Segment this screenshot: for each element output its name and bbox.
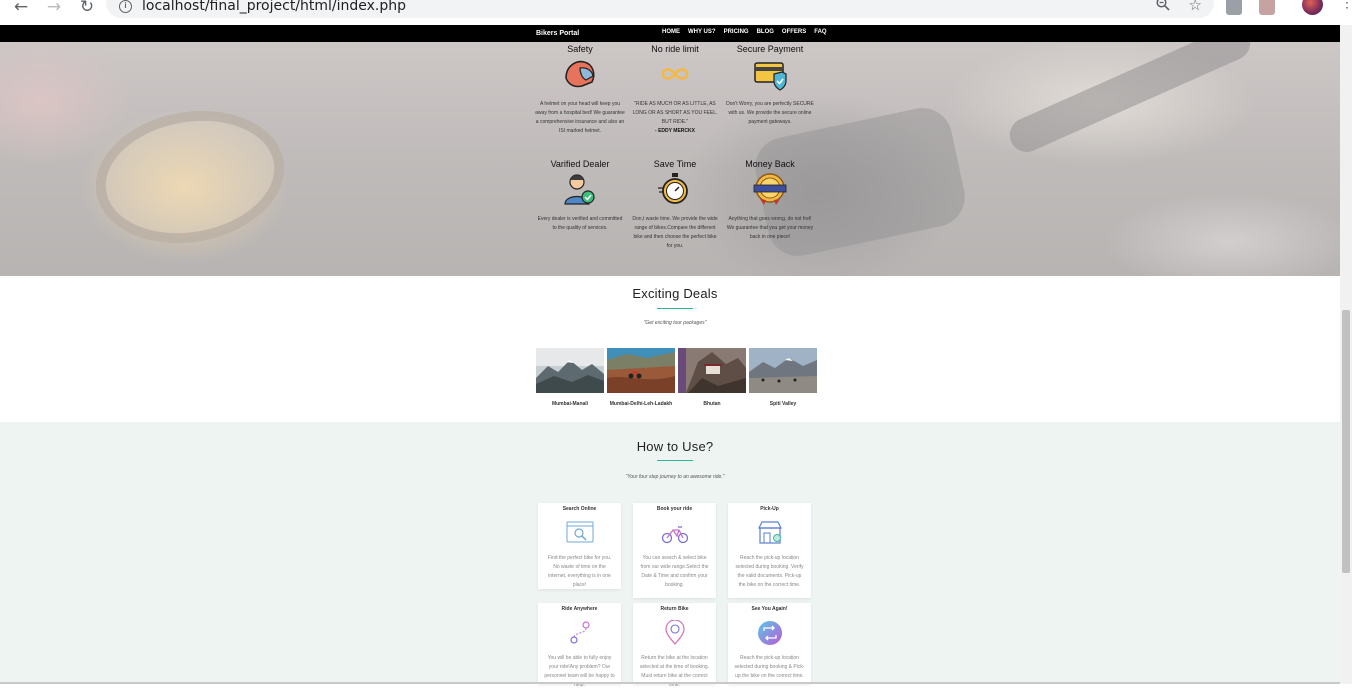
info-icon[interactable]: i bbox=[119, 0, 132, 13]
feature-title: Safety bbox=[567, 44, 593, 54]
feature-safety: Safety A helmet on your head will keep y… bbox=[535, 44, 625, 136]
pdf-extension-icon[interactable] bbox=[1259, 0, 1275, 15]
feature-secure-payment: Secure Payment Don't Worry, you are perf… bbox=[725, 44, 815, 127]
nav-menu: HOME WHY US? PRICING BLOG OFFERS FAQ bbox=[662, 29, 827, 35]
step-title: See You Again! bbox=[751, 606, 788, 612]
deal-card-mumbai-delhi-leh-ladakh[interactable]: Mumbai-Delhi-Leh-Ladakh bbox=[607, 348, 675, 408]
address-bar[interactable]: i localhost/final_project/html/index.php… bbox=[106, 0, 1214, 18]
brand-logo-text[interactable]: Bikers Portal bbox=[536, 30, 579, 37]
feature-description: Every dealer is verified and committed t… bbox=[537, 216, 623, 231]
step-title: Ride Anywhere bbox=[561, 606, 598, 612]
deals-subtitle: "Get exciting tour packages" bbox=[643, 320, 707, 326]
money-back-badge-icon bbox=[753, 173, 787, 205]
step-card-book-your-ride: Book your ride You can search & select b… bbox=[633, 503, 716, 598]
step-description: You will be able to fully enjoy your rid… bbox=[544, 655, 615, 688]
feature-title: No ride limit bbox=[651, 44, 699, 54]
zoom-out-icon[interactable] bbox=[1156, 0, 1170, 14]
stopwatch-icon bbox=[658, 173, 688, 204]
back-icon[interactable]: ← bbox=[11, 0, 31, 16]
deal-label[interactable]: Spiti Valley bbox=[749, 401, 817, 408]
step-card-see-you-again: See You Again! Reach the pick-up locatio… bbox=[728, 603, 811, 684]
feature-title: Money Back bbox=[745, 159, 795, 169]
feature-no-ride-limit: No ride limit "RIDE AS MUCH OR AS LITTLE… bbox=[630, 44, 720, 136]
page-scrollbar[interactable] bbox=[1340, 25, 1352, 684]
shield-extension-icon[interactable] bbox=[1226, 0, 1242, 15]
feature-quote-author: - EDDY MERCKX bbox=[655, 128, 695, 134]
infinity-icon bbox=[661, 68, 689, 80]
route-icon bbox=[569, 621, 590, 644]
nav-item-blog[interactable]: BLOG bbox=[757, 29, 774, 35]
deal-card-spiti-valley[interactable]: Spiti Valley bbox=[749, 348, 817, 408]
step-card-ride-anywhere: Ride Anywhere You will be able to fully … bbox=[538, 603, 621, 688]
avatar[interactable] bbox=[1302, 0, 1323, 15]
step-card-pick-up: Pick-Up Reach the pick-up location selec… bbox=[728, 503, 811, 598]
howto-title: How to Use? bbox=[636, 439, 714, 454]
feature-money-back: Money Back Anything that goes wrong, do … bbox=[725, 159, 815, 242]
deals-title-underline bbox=[657, 308, 693, 309]
scrollbar-thumb[interactable] bbox=[1342, 310, 1350, 573]
step-description: You can search & select bike from our wi… bbox=[640, 555, 709, 588]
kebab-menu-icon[interactable]: ⋮ bbox=[1340, 0, 1352, 9]
url-text[interactable]: localhost/final_project/html/index.php bbox=[142, 0, 406, 14]
browser-toolbar: ← → ↻ i localhost/final_project/html/ind… bbox=[0, 0, 1352, 24]
deals-section: Exciting Deals "Get exciting tour packag… bbox=[0, 276, 1340, 422]
deals-title: Exciting Deals bbox=[632, 286, 718, 301]
nav-item-why-us[interactable]: WHY US? bbox=[688, 29, 716, 35]
nav-item-home[interactable]: HOME bbox=[662, 29, 680, 35]
step-description: Find the perfect bike for you. No waste … bbox=[547, 555, 612, 588]
deal-label[interactable]: Bhutan bbox=[678, 401, 746, 408]
deal-card-bhutan[interactable]: Bhutan bbox=[678, 348, 746, 408]
step-title: Search Online bbox=[562, 506, 597, 512]
feature-quote: "RIDE AS MUCH OR AS LITTLE, AS LONG OR A… bbox=[632, 101, 718, 125]
reload-icon[interactable]: ↻ bbox=[77, 0, 97, 16]
feature-verified-dealer: Varified Dealer Every dealer is verified… bbox=[535, 159, 625, 233]
feature-title: Varified Dealer bbox=[550, 159, 610, 169]
why-us-hero: Safety A helmet on your head will keep y… bbox=[0, 42, 1340, 276]
forward-icon[interactable]: → bbox=[44, 0, 64, 16]
feature-description: Anything that goes wrong, do not fret! W… bbox=[726, 216, 814, 240]
deal-label[interactable]: Mumbai-Manali bbox=[536, 401, 604, 408]
deal-image-mumbai-delhi-leh-ladakh[interactable] bbox=[607, 348, 675, 393]
howto-title-underline bbox=[657, 460, 693, 461]
helmet-icon bbox=[565, 60, 595, 88]
step-title: Return Bike bbox=[660, 606, 689, 612]
how-to-use-section: How to Use? "Your four step journey to a… bbox=[0, 422, 1340, 688]
step-title: Book your ride bbox=[656, 506, 693, 512]
deal-image-spiti-valley[interactable] bbox=[749, 348, 817, 393]
feature-title: Save Time bbox=[653, 159, 697, 169]
feature-description: Don't Worry, you are perfectly SECURE wi… bbox=[726, 101, 814, 125]
motorbike-icon bbox=[661, 526, 688, 544]
nav-item-offers[interactable]: OFFERS bbox=[782, 29, 806, 35]
step-description: Reach the pick-up location selected duri… bbox=[735, 555, 804, 588]
secure-card-icon bbox=[754, 62, 787, 91]
feature-description: A helmet on your head will keep you away… bbox=[535, 101, 625, 134]
feature-title: Secure Payment bbox=[736, 44, 804, 54]
step-card-return-bike: Return Bike Return the bike at the locat… bbox=[633, 603, 716, 688]
repeat-icon bbox=[757, 621, 782, 645]
step-description: Return the bike at the location selected… bbox=[639, 655, 710, 688]
feature-save-time: Save Time Don,t waste time. We provide t… bbox=[630, 159, 720, 251]
store-location-icon bbox=[757, 521, 782, 544]
site-navbar: Bikers Portal HOME WHY US? PRICING BLOG … bbox=[0, 25, 1340, 42]
location-pin-icon bbox=[664, 619, 685, 645]
feature-description: "RIDE AS MUCH OR AS LITTLE, AS LONG OR A… bbox=[630, 100, 720, 136]
deal-image-bhutan[interactable] bbox=[678, 348, 746, 393]
step-title: Pick-Up bbox=[760, 506, 779, 512]
nav-item-pricing[interactable]: PRICING bbox=[724, 29, 749, 35]
deal-label[interactable]: Mumbai-Delhi-Leh-Ladakh bbox=[607, 401, 675, 408]
deal-card-mumbai-manali[interactable]: Mumbai-Manali bbox=[536, 348, 604, 408]
star-icon[interactable]: ☆ bbox=[1189, 0, 1202, 14]
step-card-search-online: Search Online Find the perfect bike for … bbox=[538, 503, 621, 589]
nav-item-faq[interactable]: FAQ bbox=[814, 29, 826, 35]
howto-subtitle: "Your four step journey to an awesome ri… bbox=[625, 474, 725, 480]
feature-description: Don,t waste time. We provide the wide ra… bbox=[632, 216, 718, 249]
verified-dealer-icon bbox=[564, 174, 595, 205]
deal-image-mumbai-manali[interactable] bbox=[536, 348, 604, 393]
search-browser-icon bbox=[566, 521, 593, 543]
step-description: Reach the pick-up location selected duri… bbox=[734, 655, 805, 679]
